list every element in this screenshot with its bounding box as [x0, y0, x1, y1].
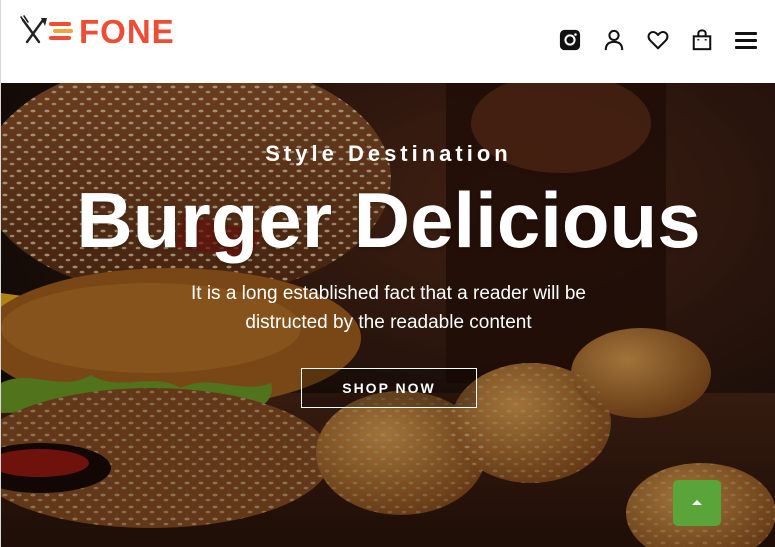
scroll-to-top-button[interactable]	[673, 480, 721, 526]
brand-logo[interactable]: FONE	[19, 14, 175, 50]
hero-banner: Style Destination Burger Delicious It is…	[1, 83, 775, 547]
hero-title: Burger Delicious	[76, 176, 701, 264]
page: FONE Style Destination Burger Delicious …	[0, 0, 775, 547]
heart-icon[interactable]	[646, 28, 670, 52]
shop-now-button[interactable]: SHOP NOW	[301, 368, 477, 408]
brand-name: FONE	[79, 13, 175, 50]
site-header: FONE	[1, 0, 775, 83]
hero-description: It is a long established fact that a rea…	[161, 279, 616, 337]
fork-knife-speed-icon	[20, 15, 73, 44]
instagram-icon[interactable]	[558, 28, 582, 52]
shopping-bag-icon[interactable]	[690, 28, 714, 52]
hero-description-line-2: distructed by the readable content	[245, 312, 532, 333]
hero-description-line-1: It is a long established fact that a rea…	[190, 283, 586, 304]
menu-icon[interactable]	[734, 28, 758, 52]
user-icon[interactable]	[602, 28, 626, 52]
header-actions	[538, 28, 758, 52]
hero-kicker: Style Destination	[265, 141, 512, 166]
chevron-up-icon	[692, 500, 702, 505]
